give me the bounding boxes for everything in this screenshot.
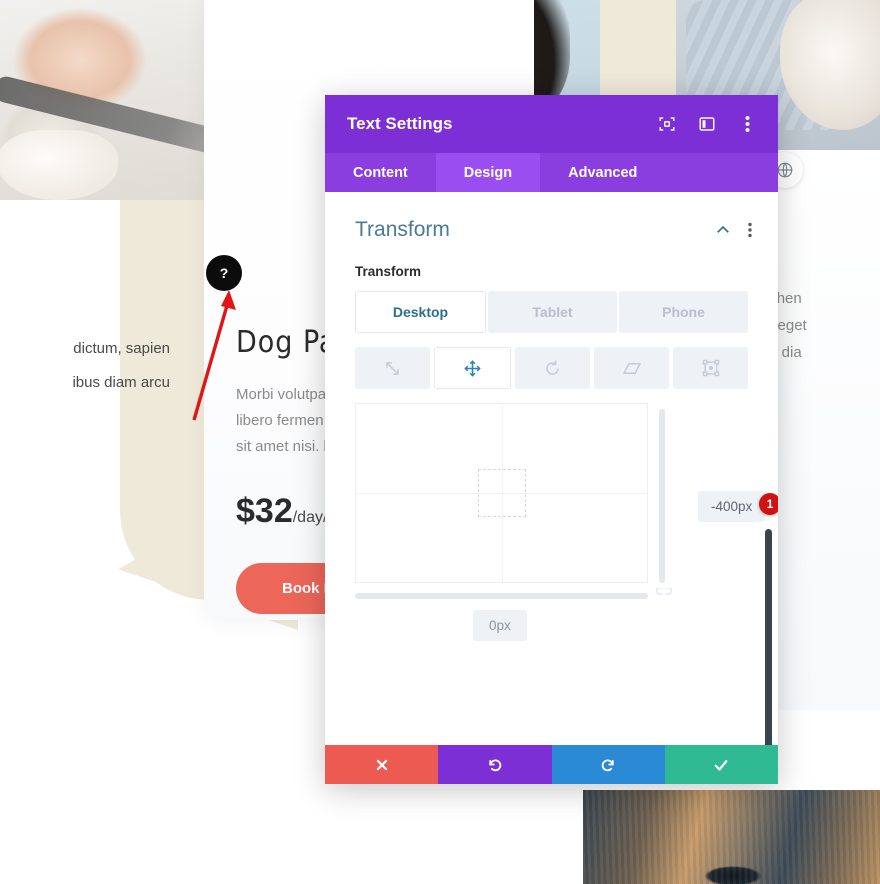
section-title: Transform: [355, 218, 450, 241]
origin-icon[interactable]: [673, 347, 748, 389]
tab-advanced[interactable]: Advanced: [540, 153, 665, 192]
cancel-button[interactable]: [325, 745, 439, 784]
save-button[interactable]: [664, 745, 778, 784]
device-phone[interactable]: Phone: [619, 291, 748, 333]
left-text-line: dictum, sapien: [73, 340, 170, 357]
left-text-fragment: dictum, sapien ibus diam arcu: [0, 332, 170, 400]
redo-button[interactable]: [551, 745, 665, 784]
modal-body: Transform Transform Desktop Tablet Phone: [325, 192, 778, 745]
text-settings-modal: Text Settings Content Design Advanced Tr…: [325, 95, 778, 784]
modal-footer: [325, 745, 778, 784]
undo-arrow-icon: [489, 759, 502, 772]
skew-icon[interactable]: [594, 347, 669, 389]
photo-dog-face-closeup: [583, 790, 880, 884]
modal-scrollbar[interactable]: [765, 529, 772, 745]
transform-grid-area: -400px 1 0px: [355, 403, 778, 641]
device-desktop[interactable]: Desktop: [355, 291, 486, 333]
globe-icon: [777, 162, 793, 178]
scale-icon[interactable]: [355, 347, 430, 389]
chevron-up-icon[interactable]: [714, 221, 732, 239]
modal-header-icons: [658, 115, 756, 133]
price-amount: $32: [236, 492, 293, 530]
screenshot-root: Dog Park Morbi volutpa libero fermen sit…: [0, 0, 880, 884]
translate-move-icon[interactable]: [434, 347, 511, 389]
focus-target-icon[interactable]: [658, 115, 676, 133]
checkmark-icon: [715, 759, 728, 771]
redo-arrow-icon: [601, 759, 614, 772]
panel-layout-icon[interactable]: [698, 115, 716, 133]
grid-element-handle[interactable]: [477, 469, 526, 517]
close-x-icon: [376, 759, 387, 770]
tab-content[interactable]: Content: [325, 153, 436, 192]
vertical-slider-track[interactable]: [659, 409, 665, 583]
transform-field-label: Transform: [355, 264, 422, 279]
horizontal-slider-track[interactable]: [355, 593, 648, 599]
modal-title: Text Settings: [347, 114, 453, 133]
transform-section-header[interactable]: Transform: [325, 192, 778, 242]
modal-header: Text Settings: [325, 95, 778, 153]
section-more-vertical-icon[interactable]: [748, 222, 752, 238]
callout-badge-1: 1: [759, 493, 778, 515]
link-chain-icon[interactable]: [655, 587, 673, 605]
rotate-icon[interactable]: [515, 347, 590, 389]
undo-button[interactable]: [438, 745, 552, 784]
vertical-slider-value[interactable]: -400px: [698, 491, 766, 522]
transform-grid[interactable]: [355, 403, 648, 583]
device-toggle-group: Desktop Tablet Phone: [355, 291, 748, 333]
more-vertical-icon[interactable]: [738, 115, 756, 133]
horizontal-slider-value[interactable]: 0px: [473, 610, 527, 641]
left-text-line: ibus diam arcu: [72, 374, 170, 391]
device-tablet[interactable]: Tablet: [488, 291, 617, 333]
question-marker: ?: [206, 255, 242, 291]
tab-design[interactable]: Design: [435, 153, 541, 192]
modal-tabs: Content Design Advanced: [325, 153, 778, 192]
transform-mode-group: [355, 347, 748, 389]
